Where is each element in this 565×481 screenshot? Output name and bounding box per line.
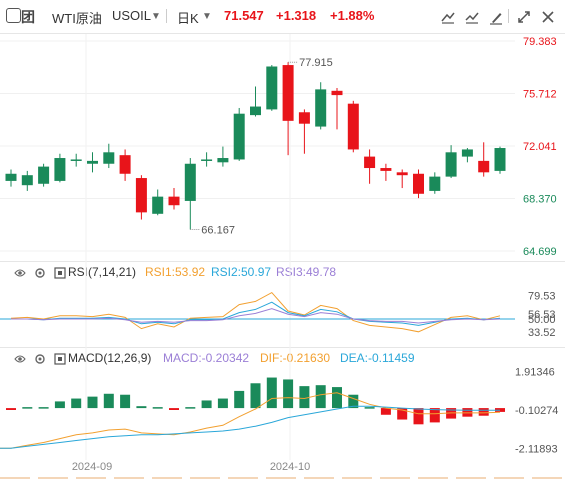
candle-body — [396, 172, 408, 176]
macd-histogram-bar — [299, 386, 310, 409]
candle-body — [298, 112, 310, 124]
candle-body — [168, 196, 180, 206]
candle-body — [315, 89, 327, 127]
candle-body — [266, 66, 278, 110]
macd-histogram-bar — [380, 408, 391, 415]
low-annotation: 66.167 — [201, 225, 235, 237]
macd-histogram-bar — [71, 398, 82, 409]
macd-histogram-bar — [6, 408, 16, 410]
macd-histogram-bar — [413, 408, 424, 425]
candle-body — [135, 178, 147, 213]
time-axis-label: 2024-10 — [270, 461, 310, 473]
rsi-axis-label: 50.00 — [528, 314, 556, 326]
candle-body — [364, 156, 376, 169]
candle-body — [347, 103, 359, 150]
candle-body — [250, 106, 261, 116]
macd-histogram-bar — [266, 377, 277, 409]
candle-body — [54, 158, 66, 181]
macd-histogram-bar — [283, 379, 294, 409]
macd-histogram-bar — [201, 400, 212, 409]
high-annotation: 77.915 — [299, 57, 333, 69]
candle-body — [103, 152, 115, 164]
macd-axis-label: -0.10274 — [515, 405, 558, 417]
macd-histogram-bar — [462, 408, 473, 417]
macd-histogram-bar — [315, 385, 326, 409]
candle-body — [478, 160, 490, 173]
price-axis-label: 79.383 — [523, 36, 557, 48]
macd-histogram-bar — [478, 408, 489, 416]
macd-histogram-bar — [234, 390, 245, 409]
macd-histogram-bar — [429, 408, 440, 423]
price-axis-label: 68.370 — [523, 194, 557, 206]
macd-histogram-bar — [103, 393, 114, 409]
candle-body — [70, 159, 82, 161]
macd-histogram-bar — [136, 406, 147, 409]
candle-body — [201, 159, 213, 161]
macd-histogram-bar — [332, 387, 342, 409]
rsi-series-line — [10, 291, 501, 333]
macd-histogram-bar — [54, 401, 65, 409]
dea-line — [0, 405, 500, 449]
macd-histogram-bar — [250, 383, 261, 409]
macd-histogram-bar — [152, 407, 163, 409]
macd-histogram-bar — [364, 407, 375, 409]
macd-axis-label: -2.11893 — [515, 444, 558, 456]
macd-histogram-bar — [185, 407, 196, 409]
candle-body — [445, 152, 457, 177]
candle-body — [233, 113, 245, 160]
macd-histogram-bar — [87, 396, 98, 409]
macd-histogram-bar — [120, 394, 131, 409]
candle-body — [282, 65, 294, 121]
candle-body — [119, 155, 131, 174]
candle-body — [21, 175, 33, 186]
macd-axis-label: 1.91346 — [515, 367, 555, 379]
candle-body — [87, 160, 98, 164]
candle-body — [5, 173, 17, 181]
macd-histogram-bar — [169, 408, 179, 410]
macd-histogram-bar — [38, 407, 49, 409]
candle-body — [429, 176, 441, 191]
time-axis-label: 2024-09 — [72, 461, 112, 473]
candle-body — [38, 166, 50, 184]
candle-body — [413, 173, 424, 194]
chart-canvas[interactable]: 79.383 75.712 72.041 68.370 64.699 77.915 66.1… — [0, 0, 565, 481]
candle-body — [217, 158, 229, 163]
candle-body — [494, 148, 506, 171]
candle-body — [461, 149, 473, 157]
rsi-axis-label: 33.52 — [528, 327, 556, 339]
rsi-axis-label: 79.53 — [528, 290, 556, 302]
macd-histogram-bar — [22, 407, 33, 409]
macd-histogram-bar — [217, 398, 228, 409]
candle-body — [184, 163, 196, 201]
candle-body — [331, 90, 343, 96]
price-axis-label: 72.041 — [523, 141, 557, 153]
candle-body — [380, 168, 392, 171]
candle-body — [152, 196, 164, 214]
price-axis-label: 64.699 — [523, 246, 557, 258]
price-axis-label: 75.712 — [523, 89, 557, 101]
